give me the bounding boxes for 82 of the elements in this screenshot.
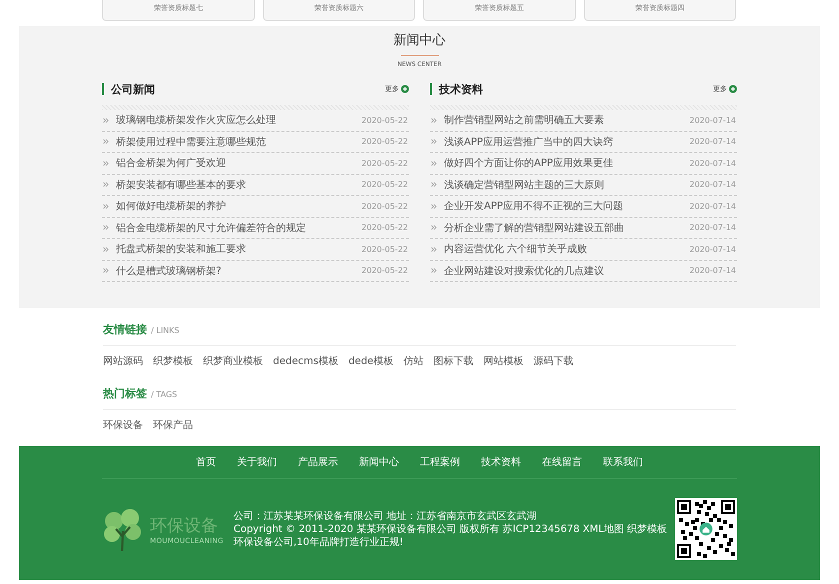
- double-chevron-icon: [431, 268, 437, 274]
- footer-nav-link[interactable]: 工程案例: [420, 455, 460, 469]
- news-date: 2020-05-22: [362, 158, 408, 168]
- news-date: 2020-07-14: [690, 180, 736, 190]
- double-chevron-icon: [103, 182, 109, 188]
- news-link[interactable]: 如何做好电缆桥架的养护: [116, 199, 362, 214]
- double-chevron-icon: [103, 118, 109, 123]
- news-date: 2020-07-14: [690, 223, 736, 232]
- link[interactable]: 环保设备: [103, 418, 143, 432]
- link[interactable]: 织梦模板: [153, 354, 193, 368]
- news-date: 2020-07-14: [690, 116, 736, 125]
- news-link[interactable]: 桥架安装都有哪些基本的要求: [116, 178, 362, 192]
- logo-text: 环保设备: [150, 514, 219, 536]
- news-link[interactable]: 托盘式桥架的安装和施工要求: [116, 242, 362, 256]
- news-link[interactable]: 铝合金桥架为何广受欢迎: [116, 156, 362, 170]
- double-chevron-icon: [431, 139, 437, 144]
- double-chevron-icon: [431, 160, 437, 166]
- news-date: 2020-07-14: [690, 158, 736, 168]
- block-subheading: / TAGS: [151, 390, 178, 399]
- footer-nav-link[interactable]: 在线留言: [542, 455, 582, 469]
- double-chevron-icon: [103, 160, 109, 166]
- news-date: 2020-07-14: [690, 266, 736, 276]
- block-heading: 热门标签: [103, 386, 147, 401]
- link[interactable]: dedecms模板: [273, 354, 338, 368]
- footer-nav-link[interactable]: 产品展示: [298, 455, 338, 469]
- news-date: 2020-07-14: [690, 244, 736, 254]
- footer-nav-link[interactable]: 新闻中心: [359, 455, 399, 469]
- news-link[interactable]: 浅谈确定营销型网站主题的三大原则: [444, 178, 690, 192]
- double-chevron-icon: [431, 118, 437, 123]
- double-chevron-icon: [431, 225, 437, 230]
- double-chevron-icon: [103, 246, 109, 252]
- link[interactable]: 网站源码: [103, 354, 143, 368]
- news-link[interactable]: 制作营销型网站之前需明确五大要素: [444, 113, 690, 128]
- news-link[interactable]: 浅谈APP应用运营推广当中的四大诀窍: [444, 134, 690, 149]
- footer-nav-link[interactable]: 首页: [196, 455, 216, 469]
- double-chevron-icon: [103, 268, 109, 274]
- news-link[interactable]: 玻璃钢电缆桥架发作火灾应怎么处理: [116, 113, 362, 128]
- news-link[interactable]: 企业开发APP应用不得不正视的三大问题: [444, 199, 690, 214]
- news-date: 2020-05-22: [362, 244, 408, 254]
- qr-code-icon: [675, 498, 737, 560]
- news-link[interactable]: 企业网站建设对搜索优化的几点建议: [444, 264, 690, 278]
- double-chevron-icon: [103, 225, 109, 230]
- plus-circle-icon: [729, 85, 737, 93]
- news-link[interactable]: 内容运营优化 六个细节关乎成败: [444, 242, 690, 256]
- news-date: 2020-07-14: [690, 202, 736, 211]
- news-date: 2020-05-22: [362, 116, 408, 125]
- news-date: 2020-07-14: [690, 137, 736, 146]
- news-date: 2020-05-22: [362, 180, 408, 190]
- link[interactable]: 环保产品: [153, 418, 193, 432]
- news-link[interactable]: 桥架使用过程中需要注意哪些规范: [116, 134, 362, 149]
- double-chevron-icon: [431, 182, 437, 188]
- column-heading: 公司新闻: [111, 82, 155, 96]
- news-date: 2020-05-22: [362, 266, 408, 276]
- footer-nav-link[interactable]: 联系我们: [603, 455, 643, 469]
- double-chevron-icon: [103, 204, 109, 209]
- news-link[interactable]: 分析企业需了解的营销型网站建设五部曲: [444, 220, 690, 235]
- block-subheading: / LINKS: [151, 326, 180, 335]
- double-chevron-icon: [431, 246, 437, 252]
- tree-logo-icon: [102, 507, 144, 551]
- news-date: 2020-05-22: [362, 223, 408, 232]
- link[interactable]: 仿站: [403, 354, 424, 368]
- block-heading: 友情链接: [103, 322, 147, 337]
- link[interactable]: 网站模板: [483, 354, 524, 368]
- column-heading: 技术资料: [439, 82, 483, 96]
- link[interactable]: dede模板: [348, 354, 394, 368]
- section-title: 新闻中心: [392, 32, 446, 50]
- news-date: 2020-05-22: [362, 137, 408, 146]
- link[interactable]: 图标下载: [433, 354, 474, 368]
- footer-text: Copyright © 2011-2020 某某环保设备有限公司 版权所有 苏ICP12345678 XML地图 织梦模板: [233, 522, 667, 536]
- news-date: 2020-05-22: [362, 202, 408, 211]
- footer-nav-link[interactable]: 技术资料: [481, 455, 521, 469]
- link[interactable]: 织梦商业模板: [203, 354, 263, 368]
- footer-text: 环保设备公司,10年品牌打造行业正规!: [233, 536, 404, 548]
- double-chevron-icon: [103, 139, 109, 144]
- footer-text: 公司：江苏某某环保设备有限公司 地址：江苏省南京市玄武区玄武湖: [233, 510, 538, 522]
- footer-nav-link[interactable]: 关于我们: [237, 455, 277, 469]
- news-link[interactable]: 铝合金电缆桥架的尺寸允许偏差符合的规定: [116, 220, 362, 235]
- news-link[interactable]: 做好四个方面让你的APP应用效果更佳: [444, 156, 690, 170]
- link[interactable]: 源码下载: [533, 354, 574, 368]
- news-link[interactable]: 什么是槽式玻璃钢桥架?: [116, 264, 362, 278]
- double-chevron-icon: [431, 204, 437, 209]
- plus-circle-icon: [401, 85, 409, 93]
